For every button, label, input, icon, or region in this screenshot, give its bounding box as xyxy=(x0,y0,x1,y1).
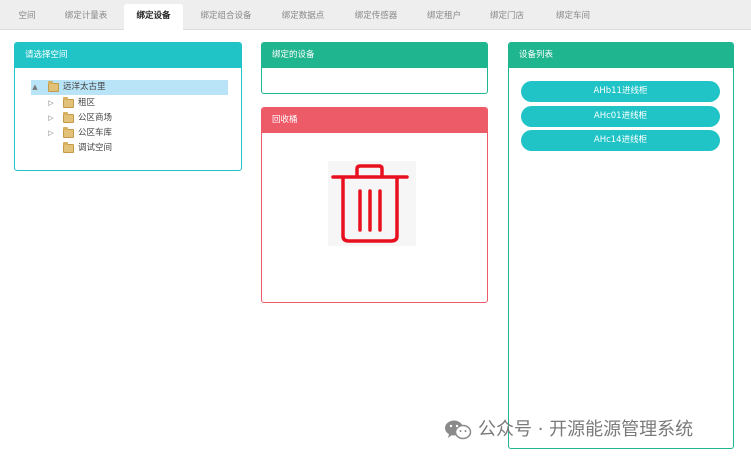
device-item-ahb11[interactable]: AHb11进线柜 xyxy=(521,81,720,102)
tree-node-label: 租区 xyxy=(78,98,96,108)
recycle-bin-title: 回收桶 xyxy=(262,108,487,133)
device-item-ahc14[interactable]: AHc14进线柜 xyxy=(521,130,720,151)
tab-bind-sensor[interactable]: 绑定传感器 xyxy=(344,4,408,30)
tree-node-zone[interactable]: ▷ 租区 xyxy=(47,96,197,111)
folder-icon xyxy=(63,142,74,153)
tree-node-label: 远洋太古里 xyxy=(63,82,106,92)
expand-arrow-icon[interactable]: ▷ xyxy=(47,126,55,141)
trash-can-icon xyxy=(328,161,416,246)
space-panel: 请选择空间 ▲ 远洋太古里 ▷ 租区 ▷ 公区商场 ▷ 公区车库 调试空间 xyxy=(14,42,242,171)
collapse-arrow-icon[interactable]: ▲ xyxy=(31,80,39,95)
folder-icon xyxy=(63,112,74,123)
device-item-ahc01[interactable]: AHc01进线柜 xyxy=(521,106,720,127)
tab-bind-workshop[interactable]: 绑定车间 xyxy=(543,4,603,30)
watermark-text: 公众号 · 开源能源管理系统 xyxy=(478,419,694,440)
tree-node-debug[interactable]: 调试空间 xyxy=(47,141,197,156)
folder-icon xyxy=(48,81,59,92)
expand-arrow-icon[interactable]: ▷ xyxy=(47,96,55,111)
tab-bind-store[interactable]: 绑定门店 xyxy=(480,4,534,30)
tab-bind-tenant[interactable]: 绑定租户 xyxy=(417,4,471,30)
tree-node-root[interactable]: ▲ 远洋太古里 xyxy=(31,80,228,95)
bound-devices-title: 绑定的设备 xyxy=(262,43,487,68)
bound-devices-panel[interactable]: 绑定的设备 xyxy=(261,42,488,94)
device-list-title: 设备列表 xyxy=(509,43,733,68)
folder-icon xyxy=(63,127,74,138)
tree-node-mall[interactable]: ▷ 公区商场 xyxy=(47,111,197,126)
tab-bar: 空间 绑定计量表 绑定设备 绑定组合设备 绑定数据点 绑定传感器 绑定租户 绑定… xyxy=(0,0,751,30)
tree-node-label: 公区商场 xyxy=(78,113,113,123)
tab-bind-group-device[interactable]: 绑定组合设备 xyxy=(190,4,262,30)
device-list-panel: 设备列表 AHb11进线柜 AHc01进线柜 AHc14进线柜 xyxy=(508,42,734,449)
expand-arrow-icon[interactable]: ▷ xyxy=(47,111,55,126)
tree-node-label: 调试空间 xyxy=(78,143,113,153)
space-panel-title: 请选择空间 xyxy=(15,43,241,68)
tab-bind-datapoint[interactable]: 绑定数据点 xyxy=(271,4,335,30)
tab-space[interactable]: 空间 xyxy=(6,4,48,30)
recycle-bin-panel[interactable]: 回收桶 xyxy=(261,107,488,303)
tree-node-garage[interactable]: ▷ 公区车库 xyxy=(47,126,197,141)
wechat-icon xyxy=(445,420,472,440)
tree-node-label: 公区车库 xyxy=(78,128,113,138)
tab-bind-meter[interactable]: 绑定计量表 xyxy=(55,4,117,30)
tab-bind-device[interactable]: 绑定设备 xyxy=(124,4,183,30)
folder-icon xyxy=(63,97,74,108)
